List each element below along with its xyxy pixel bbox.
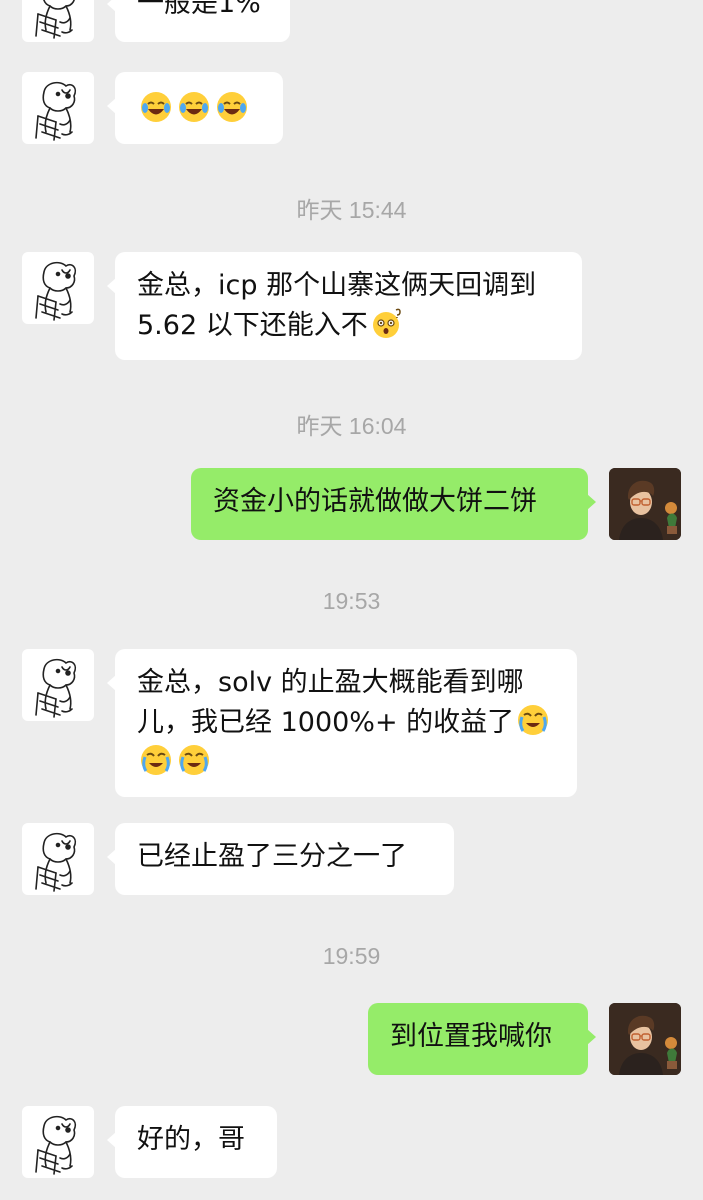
message-bubble-self[interactable]: 资金小的话就做做大饼二饼 <box>191 468 596 540</box>
message-bubble-self[interactable]: 到位置我喊你 <box>368 1003 596 1075</box>
timestamp: 昨天 16:04 <box>296 413 407 439</box>
contact-avatar[interactable] <box>22 649 94 721</box>
message-text: 到位置我喊你 <box>390 1021 552 1052</box>
message-bubble[interactable]: 金总，icp 那个山寨这俩天回调到5.62 以下还能入不 <box>107 252 582 360</box>
self-avatar[interactable] <box>609 468 681 540</box>
message-bubble[interactable]: 好的，哥 <box>107 1106 277 1178</box>
dog-sketch-icon <box>35 81 77 141</box>
message-bubble[interactable] <box>107 72 283 144</box>
message-bubble[interactable]: 一般是1% <box>107 0 290 42</box>
young-man-avatar-icon <box>609 468 681 540</box>
dog-sketch-icon <box>35 658 77 718</box>
dog-sketch-icon <box>35 1115 77 1175</box>
timestamp: 19:53 <box>322 588 381 614</box>
message-bubble[interactable]: 金总，solv 的止盈大概能看到哪儿，我已经 1000%+ 的收益了 <box>107 649 577 797</box>
contact-avatar[interactable] <box>22 72 94 144</box>
contact-avatar[interactable] <box>22 252 94 324</box>
message-text: 资金小的话就做做大饼二饼 <box>213 486 537 517</box>
dog-sketch-icon <box>35 261 77 321</box>
message-text: 好的，哥 <box>137 1124 245 1155</box>
loudly-laughing-icon <box>177 743 211 777</box>
message-text: 金总，icp 那个山寨这俩天回调到5.62 以下还能入不 <box>137 270 537 341</box>
loudly-laughing-icon <box>139 743 173 777</box>
message-text: 已经止盈了三分之一了 <box>137 841 407 872</box>
message-text: 一般是1% <box>137 0 261 19</box>
tears-of-joy-icon <box>139 90 173 124</box>
message-bubble[interactable]: 已经止盈了三分之一了 <box>107 823 454 895</box>
flushed-dizzy-icon <box>370 306 404 340</box>
young-man-avatar-icon <box>609 1003 681 1075</box>
message-text: 金总，solv 的止盈大概能看到哪儿，我已经 1000%+ 的收益了 <box>137 667 524 738</box>
contact-avatar[interactable] <box>22 0 94 42</box>
dog-sketch-icon <box>35 0 75 39</box>
loudly-laughing-icon <box>516 703 550 737</box>
dog-sketch-icon <box>35 832 77 892</box>
contact-avatar[interactable] <box>22 823 94 895</box>
contact-avatar[interactable] <box>22 1106 94 1178</box>
chat-view[interactable]: 一般是1% 昨天 15:44 金总，icp 那个山寨这俩天回调到5.62 以下还… <box>0 0 703 1200</box>
timestamp: 19:59 <box>322 943 381 969</box>
tears-of-joy-icon <box>177 90 211 124</box>
self-avatar[interactable] <box>609 1003 681 1075</box>
timestamp: 昨天 15:44 <box>296 197 407 223</box>
tears-of-joy-icon <box>215 90 249 124</box>
